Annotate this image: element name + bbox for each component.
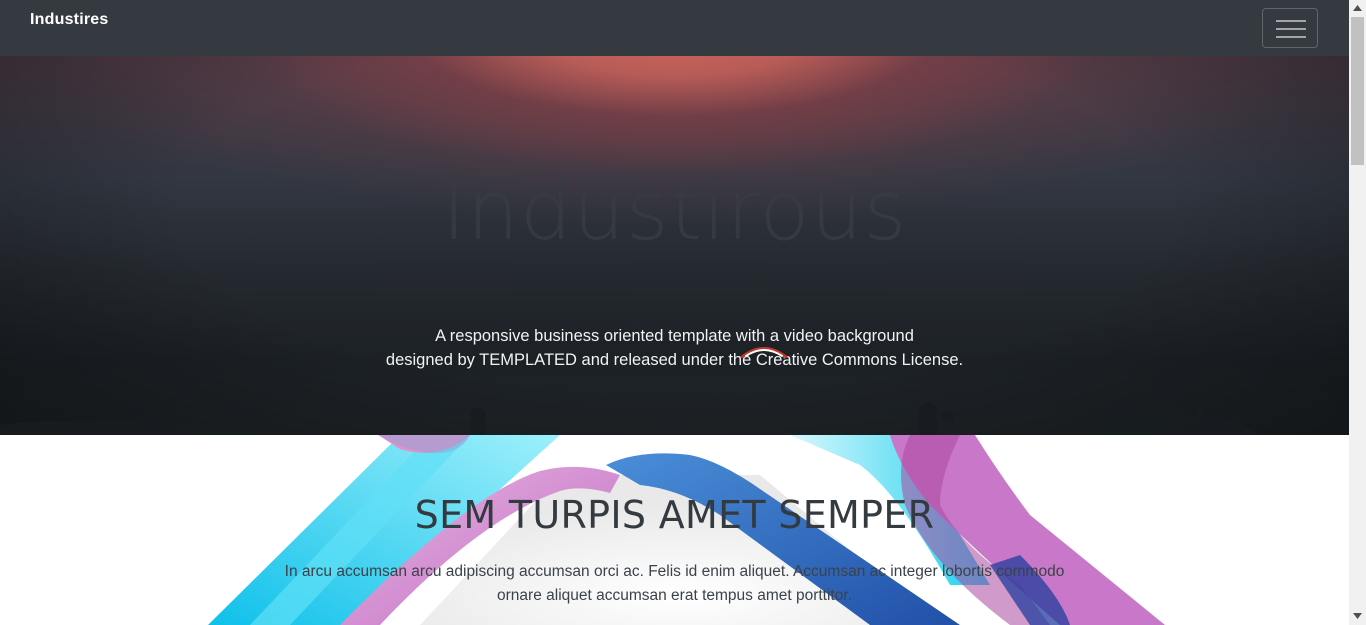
- scroll-down-button[interactable]: [1349, 608, 1366, 625]
- hero-subtitle: A responsive business oriented template …: [0, 324, 1349, 372]
- scroll-down-arrow-icon: [1353, 613, 1362, 619]
- section-paragraph-line-1: In arcu accumsan arcu adipiscing accumsa…: [284, 563, 1065, 580]
- scroll-up-arrow-icon: [1353, 5, 1362, 11]
- hero-banner: Industirous A responsive business orient…: [0, 56, 1349, 435]
- hero-title: Industirous: [441, 164, 908, 259]
- scroll-up-button[interactable]: [1349, 0, 1366, 17]
- hamburger-menu-icon: [1276, 20, 1306, 38]
- menu-toggle-button[interactable]: [1262, 8, 1318, 48]
- section-paragraph: In arcu accumsan arcu adipiscing accumsa…: [0, 560, 1349, 608]
- top-navbar: Industires: [0, 0, 1349, 56]
- brand-link[interactable]: Industires: [30, 11, 108, 29]
- crowd-silhouette-graphic: [0, 401, 1260, 435]
- vertical-scrollbar[interactable]: [1349, 0, 1366, 625]
- hero-subtitle-line-1: A responsive business oriented template …: [435, 327, 914, 345]
- section-title: SEM TURPIS AMET SEMPER: [414, 493, 935, 537]
- loading-spinner-icon: [740, 347, 788, 358]
- page-viewport: Industires Industirous A responsive busi…: [0, 0, 1349, 625]
- scrollbar-thumb[interactable]: [1351, 17, 1364, 165]
- feature-section: SEM TURPIS AMET SEMPER In arcu accumsan …: [0, 435, 1349, 625]
- section-paragraph-line-2: ornare aliquet accumsan erat tempus amet…: [497, 587, 852, 604]
- hero-subtitle-line-2: designed by TEMPLATED and released under…: [385, 351, 964, 369]
